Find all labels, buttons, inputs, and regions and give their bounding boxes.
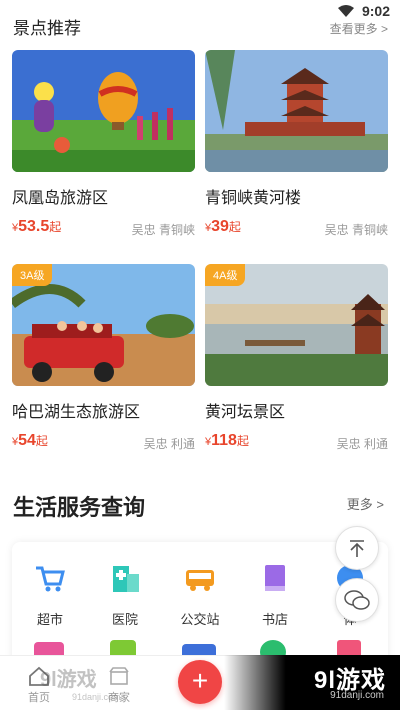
service-bus-stop[interactable]: 公交站 <box>170 562 230 628</box>
scenic-card-huanghetan[interactable]: 4A级 黄河坛景区 ¥118起 吴忠 利通 <box>205 264 388 452</box>
watermark-overlay-left: 9l游戏 <box>40 669 97 691</box>
level-badge: 4A级 <box>205 264 246 286</box>
scenic-more-link[interactable]: 查看更多 > <box>330 20 388 37</box>
scenic-price: ¥53.5起 <box>12 218 62 235</box>
scenic-section-title: 景点推荐 <box>13 14 85 41</box>
wifi-icon <box>338 5 354 17</box>
scenic-name: 黄河坛景区 <box>205 404 286 421</box>
wechat-share-button[interactable] <box>335 578 379 622</box>
scenic-name: 凤凰岛旅游区 <box>12 190 109 207</box>
service-bookstore[interactable]: 书店 <box>245 562 305 628</box>
scenic-image: 4A级 <box>205 264 388 386</box>
scenic-image: 3A级 <box>12 264 195 386</box>
scenic-location: 吴忠 利通 <box>143 437 195 451</box>
scenic-price: ¥54起 <box>12 432 48 449</box>
add-button[interactable]: + <box>178 660 222 704</box>
shop-icon <box>109 667 129 685</box>
wechat-icon <box>344 590 370 610</box>
life-more-link[interactable]: 更多 > <box>347 494 384 513</box>
scenic-card-huanghelou[interactable]: 青铜峡黄河楼 ¥39起 吴忠 青铜峡 <box>205 50 388 238</box>
scenic-location: 吴忠 利通 <box>336 437 388 451</box>
scenic-location: 吴忠 青铜峡 <box>324 223 388 237</box>
life-section-title: 生活服务查询 <box>13 495 146 520</box>
scenic-card-fenghuangdao[interactable]: 凤凰岛旅游区 ¥53.5起 吴忠 青铜峡 <box>12 50 195 238</box>
scenic-price: ¥118起 <box>205 432 249 449</box>
status-time: 9:02 <box>361 3 390 19</box>
scenic-card-habahu[interactable]: 3A级 哈巴湖生态旅游区 ¥54起 吴忠 利通 <box>12 264 195 452</box>
scenic-image <box>205 50 388 172</box>
service-hospital[interactable]: 医院 <box>95 562 155 628</box>
level-badge: 3A级 <box>12 264 53 286</box>
scenic-image <box>12 50 195 172</box>
arrow-up-icon <box>350 540 364 557</box>
bus-icon <box>186 570 214 591</box>
watermark-overlay-left-sub: 91danji.com <box>72 692 121 702</box>
service-supermarket[interactable]: 超市 <box>20 562 80 628</box>
watermark-logo: 9l游戏 91danji.com <box>224 655 400 710</box>
scenic-name: 哈巴湖生态旅游区 <box>12 404 141 421</box>
book-icon <box>265 565 285 591</box>
back-to-top-button[interactable] <box>335 526 379 570</box>
scenic-location: 吴忠 青铜峡 <box>131 223 195 237</box>
cart-icon <box>36 566 65 592</box>
scenic-name: 青铜峡黄河楼 <box>205 190 302 207</box>
hospital-icon <box>113 566 139 592</box>
scenic-price: ¥39起 <box>205 218 241 235</box>
